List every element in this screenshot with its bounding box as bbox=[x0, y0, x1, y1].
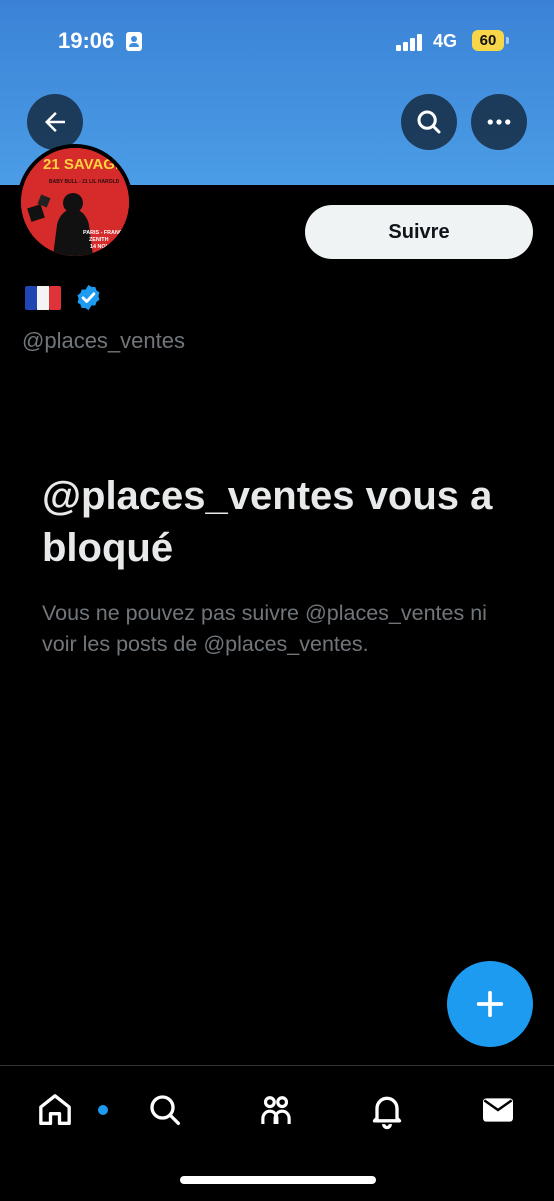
poster-venue: ZENITH bbox=[89, 237, 109, 243]
concert-poster-image: 21 SAVAGE BABY BULL - 21 LIL HAROLD PARI… bbox=[21, 148, 129, 256]
bell-icon bbox=[372, 1096, 402, 1130]
profile-avatar[interactable]: 21 SAVAGE BABY BULL - 21 LIL HAROLD PARI… bbox=[17, 144, 133, 260]
tab-explore[interactable] bbox=[142, 1087, 188, 1133]
tab-home[interactable] bbox=[32, 1087, 110, 1133]
contact-card-icon bbox=[126, 32, 142, 51]
follow-button[interactable]: Suivre bbox=[305, 205, 533, 259]
more-button[interactable] bbox=[471, 94, 527, 150]
back-button[interactable] bbox=[27, 94, 83, 150]
blocked-title: @places_ventes vous a bloqué bbox=[42, 474, 493, 570]
france-flag-icon bbox=[25, 286, 61, 310]
more-horizontal-icon bbox=[487, 119, 511, 125]
status-time: 19:06 bbox=[58, 28, 115, 53]
battery-level: 60 bbox=[472, 30, 504, 51]
unread-indicator bbox=[96, 1103, 110, 1117]
people-icon bbox=[261, 1096, 291, 1124]
search-icon bbox=[150, 1095, 180, 1125]
tab-communities[interactable] bbox=[253, 1087, 299, 1133]
network-type: 4G bbox=[433, 31, 458, 51]
tab-notifications[interactable] bbox=[364, 1087, 410, 1133]
blocked-description: Vous ne pouvez pas suivre @places_ventes… bbox=[42, 601, 487, 656]
poster-subtitle: BABY BULL - 21 LIL HAROLD bbox=[49, 179, 120, 185]
arrow-left-icon bbox=[45, 112, 65, 132]
compose-post-button[interactable] bbox=[447, 961, 533, 1047]
poster-location: PARIS - FRANCE bbox=[83, 230, 127, 236]
tab-messages[interactable] bbox=[475, 1087, 521, 1133]
cellular-signal-icon bbox=[396, 33, 424, 51]
mail-icon bbox=[483, 1098, 513, 1122]
poster-date: 14 NOV bbox=[90, 244, 110, 250]
home-icon bbox=[39, 1094, 71, 1125]
verified-badge-icon bbox=[77, 284, 100, 311]
home-indicator bbox=[180, 1176, 376, 1184]
plus-icon bbox=[476, 990, 504, 1018]
search-button[interactable] bbox=[401, 94, 457, 150]
avatar-image: 21 SAVAGE BABY BULL - 21 LIL HAROLD PARI… bbox=[21, 148, 129, 256]
profile-handle: @places_ventes bbox=[22, 328, 185, 353]
battery-tip bbox=[506, 37, 509, 44]
poster-title: 21 SAVAGE bbox=[43, 156, 125, 173]
status-bar: 19:06 4G 60 bbox=[0, 0, 554, 80]
search-icon bbox=[417, 110, 441, 134]
